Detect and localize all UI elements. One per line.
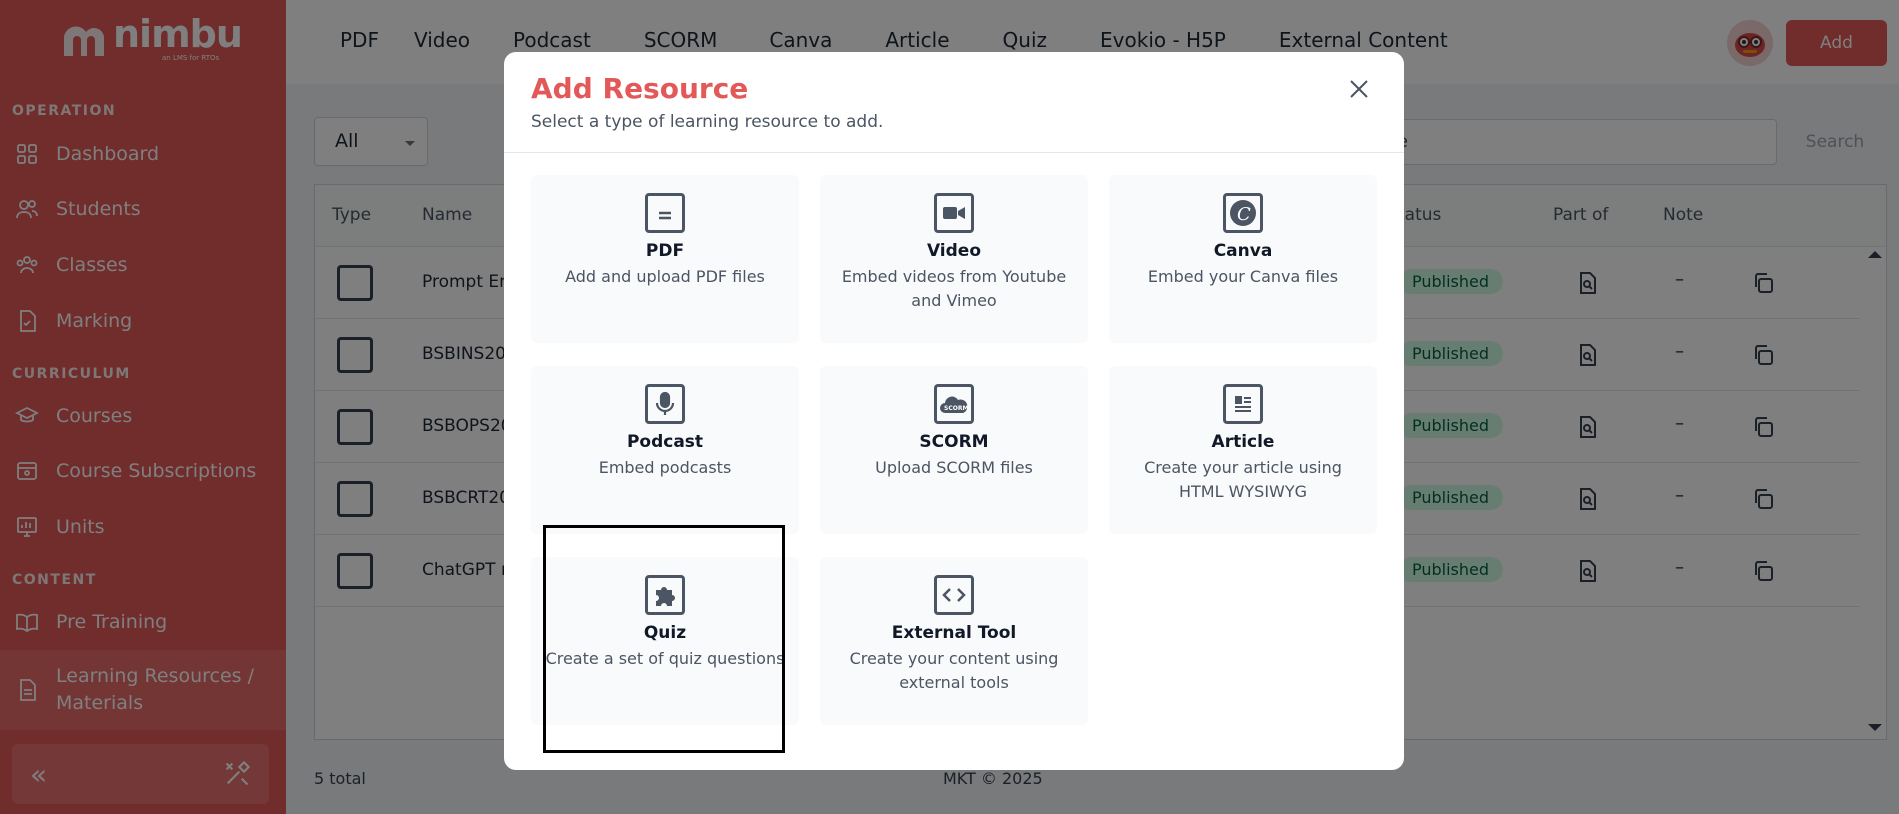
card-title: Podcast: [626, 432, 704, 452]
card-title: Video: [926, 241, 982, 261]
resource-card-canva[interactable]: C Canva Embed your Canva files: [1109, 175, 1377, 343]
canva-icon: C: [1223, 193, 1263, 233]
resource-card-video[interactable]: Video Embed videos from Youtube and Vime…: [820, 175, 1088, 343]
resource-card-pdf[interactable]: PDF Add and upload PDF files: [531, 175, 799, 343]
card-title: PDF: [645, 241, 685, 261]
pdf-icon: [645, 193, 685, 233]
resource-card-external-tool[interactable]: External Tool Create your content using …: [820, 557, 1088, 725]
selection-highlight-box: [543, 525, 785, 753]
card-description: Create your article using HTML WYSIWYG: [1144, 458, 1342, 501]
svg-text:SCORM: SCORM: [944, 405, 968, 412]
card-description: Create your content using external tools: [849, 649, 1059, 692]
microphone-icon: [645, 384, 685, 424]
card-description: Add and upload PDF files: [565, 267, 765, 286]
code-icon: [934, 575, 974, 615]
card-description: Embed podcasts: [598, 458, 732, 477]
modal-title: Add Resource: [531, 72, 749, 105]
card-title: Article: [1211, 432, 1275, 452]
modal-subtitle: Select a type of learning resource to ad…: [531, 112, 884, 132]
resource-card-podcast[interactable]: Podcast Embed podcasts: [531, 366, 799, 534]
article-icon: [1223, 384, 1263, 424]
close-icon[interactable]: [1344, 74, 1374, 104]
resource-card-article[interactable]: Article Create your article using HTML W…: [1109, 366, 1377, 534]
card-title: External Tool: [891, 623, 1017, 643]
modal-header: Add Resource Select a type of learning r…: [504, 52, 1404, 153]
card-title: SCORM: [919, 432, 989, 452]
card-title: Canva: [1213, 241, 1273, 261]
card-description: Embed your Canva files: [1147, 267, 1339, 286]
video-icon: [934, 193, 974, 233]
card-description: Embed videos from Youtube and Vimeo: [841, 267, 1067, 310]
svg-text:C: C: [1237, 204, 1251, 225]
scorm-icon: SCORM: [934, 384, 974, 424]
card-description: Upload SCORM files: [875, 458, 1033, 477]
resource-card-scorm[interactable]: SCORM SCORM Upload SCORM files: [820, 366, 1088, 534]
